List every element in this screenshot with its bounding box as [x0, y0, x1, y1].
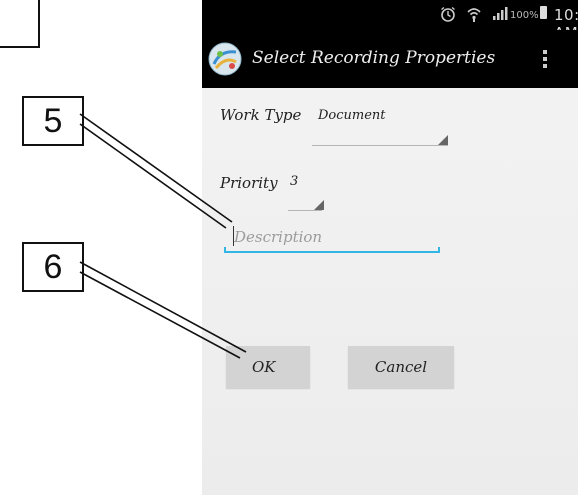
battery-icon [540, 6, 547, 19]
dropdown-arrow-icon[interactable] [314, 200, 324, 210]
wifi-icon [467, 8, 481, 22]
cancel-button[interactable]: Cancel [348, 346, 454, 388]
description-input[interactable] [224, 222, 438, 252]
input-tick-right [438, 247, 440, 252]
input-tick-left [224, 247, 226, 252]
action-bar: Select Recording Properties [202, 30, 578, 88]
text-cursor [233, 226, 234, 246]
callout-6: 6 [22, 242, 84, 292]
description-underline [224, 251, 440, 253]
priority-spinner-underline [288, 210, 322, 211]
page-title: Select Recording Properties [252, 48, 496, 68]
callout-box-partial [0, 0, 40, 48]
dropdown-arrow-icon[interactable] [438, 135, 448, 145]
work-type-label: Work Type [220, 106, 302, 124]
overflow-menu-icon[interactable] [542, 50, 548, 70]
status-bar: 100% 10:23 AM [202, 0, 578, 42]
priority-spinner[interactable]: 3 [290, 174, 298, 189]
alarm-icon [441, 6, 455, 22]
work-type-spinner-underline [312, 145, 448, 146]
ok-button[interactable]: OK [226, 346, 310, 388]
phone-screen: 100% 10:23 AM Select Recording Propertie… [202, 0, 578, 495]
work-type-spinner[interactable]: Document [318, 108, 386, 123]
priority-label: Priority [220, 174, 278, 192]
app-logo-icon[interactable] [208, 42, 242, 76]
signal-icon [493, 7, 508, 20]
callout-5: 5 [22, 96, 84, 146]
battery-percent: 100% [510, 10, 539, 21]
